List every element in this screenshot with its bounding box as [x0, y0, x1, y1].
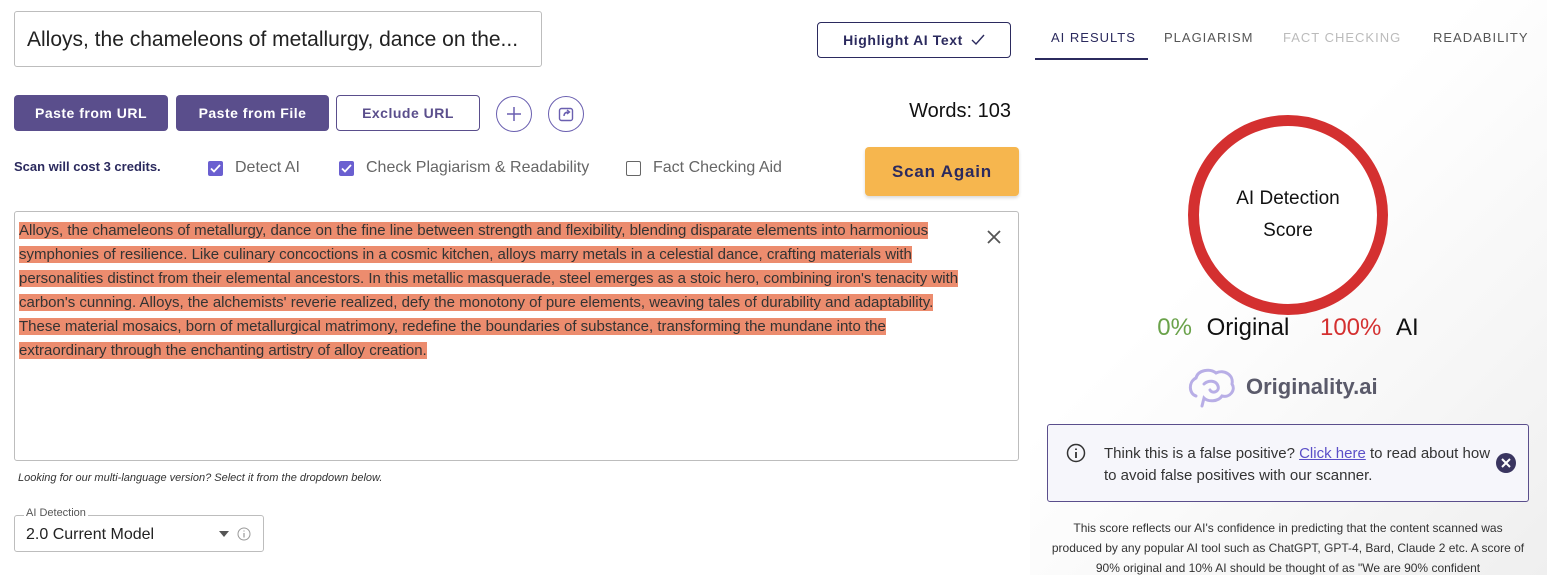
- highlighted-text: Alloys, the chameleons of metallurgy, da…: [19, 222, 929, 239]
- caret-down-icon: [219, 531, 229, 537]
- content-editor[interactable]: Alloys, the chameleons of metallurgy, da…: [14, 211, 1019, 461]
- word-count: Words: 103: [909, 100, 1011, 122]
- plus-icon: [507, 107, 521, 121]
- highlight-ai-text-label: Highlight AI Text: [843, 32, 963, 48]
- select-legend: AI Detection: [24, 507, 88, 519]
- paste-from-file-button[interactable]: Paste from File: [176, 95, 329, 131]
- highlighted-text: personalities distinct from their elemen…: [19, 270, 959, 287]
- logo-text: Originality.ai: [1246, 374, 1378, 399]
- checkbox-unchecked-icon: [626, 160, 641, 176]
- tab-plagiarism[interactable]: PLAGIARISM: [1164, 30, 1253, 45]
- active-tab-indicator: [1035, 58, 1148, 60]
- editor-line: symphonies of resilience. Like culinary …: [19, 243, 1019, 267]
- highlighted-text: symphonies of resilience. Like culinary …: [19, 246, 912, 263]
- false-positive-notice: Think this is a false positive? Click he…: [1047, 424, 1529, 502]
- false-positive-message: Think this is a false positive? Click he…: [1104, 443, 1494, 487]
- share-button[interactable]: [548, 96, 584, 132]
- click-here-link[interactable]: Click here: [1299, 445, 1366, 462]
- ai-detection-model-select[interactable]: AI Detection 2.0 Current Model: [14, 507, 264, 552]
- original-label: Original: [1206, 314, 1290, 341]
- ai-percent: 100%: [1319, 314, 1382, 341]
- tab-ai-results[interactable]: AI RESULTS: [1051, 30, 1136, 45]
- editor-line: These material mosaics, born of metallur…: [19, 315, 1019, 339]
- score-summary: 0% Original 100% AI: [1100, 314, 1476, 342]
- originality-logo: Originality.ai: [1186, 366, 1378, 408]
- checkmark-icon: [971, 34, 985, 46]
- fact-checking-checkbox[interactable]: Fact Checking Aid: [626, 159, 782, 177]
- scan-again-button[interactable]: Scan Again: [865, 147, 1019, 196]
- paste-from-url-button[interactable]: Paste from URL: [14, 95, 168, 131]
- score-ring-title-line1: AI Detection: [1236, 188, 1340, 209]
- fact-checking-label: Fact Checking Aid: [653, 159, 782, 176]
- highlighted-text: carbon's cunning. Alloys, the alchemists…: [19, 294, 934, 311]
- original-percent: 0%: [1157, 314, 1192, 341]
- checkbox-checked-icon: [208, 160, 223, 176]
- tab-fact-checking[interactable]: FACT CHECKING: [1283, 30, 1401, 45]
- select-value: 2.0 Current Model: [26, 526, 155, 543]
- highlighted-text: These material mosaics, born of metallur…: [19, 318, 886, 335]
- scan-cost-text: Scan will cost 3 credits.: [14, 159, 161, 174]
- editor-line: personalities distinct from their elemen…: [19, 267, 1019, 291]
- close-notice-icon[interactable]: [1496, 453, 1516, 473]
- share-icon: [558, 107, 574, 122]
- brain-logo-icon: [1188, 368, 1235, 408]
- highlight-ai-text-button[interactable]: Highlight AI Text: [817, 22, 1011, 58]
- editor-content: Alloys, the chameleons of metallurgy, da…: [19, 219, 1019, 363]
- editor-line: Alloys, the chameleons of metallurgy, da…: [19, 219, 1019, 243]
- add-button[interactable]: [496, 96, 532, 132]
- checkbox-checked-icon: [339, 160, 354, 176]
- exclude-url-button[interactable]: Exclude URL: [336, 95, 480, 131]
- ai-label: AI: [1396, 314, 1419, 341]
- plagiarism-readability-checkbox[interactable]: Check Plagiarism & Readability: [339, 159, 589, 177]
- editor-line: carbon's cunning. Alloys, the alchemists…: [19, 291, 1019, 315]
- info-icon: [1066, 443, 1086, 463]
- page: Alloys, the chameleons of metallurgy, da…: [0, 0, 1547, 575]
- detect-ai-checkbox[interactable]: Detect AI: [208, 159, 300, 177]
- editor-line: extraordinary through the enchanting art…: [19, 339, 1019, 363]
- multi-language-note: Looking for our multi-language version? …: [18, 472, 383, 484]
- info-icon[interactable]: [237, 527, 251, 541]
- ai-detection-score-ring: AI Detection Score: [1188, 115, 1388, 315]
- false-positive-prefix: Think this is a false positive?: [1104, 445, 1300, 462]
- tab-readability[interactable]: READABILITY: [1433, 30, 1529, 45]
- close-icon[interactable]: [985, 228, 1003, 246]
- plagiarism-readability-label: Check Plagiarism & Readability: [366, 159, 590, 176]
- document-title-input[interactable]: Alloys, the chameleons of metallurgy, da…: [14, 11, 542, 67]
- detect-ai-label: Detect AI: [235, 159, 300, 176]
- score-disclaimer: This score reflects our AI's confidence …: [1051, 521, 1525, 575]
- score-ring-title-line2: Score: [1263, 220, 1313, 241]
- highlighted-text: extraordinary through the enchanting art…: [19, 342, 427, 359]
